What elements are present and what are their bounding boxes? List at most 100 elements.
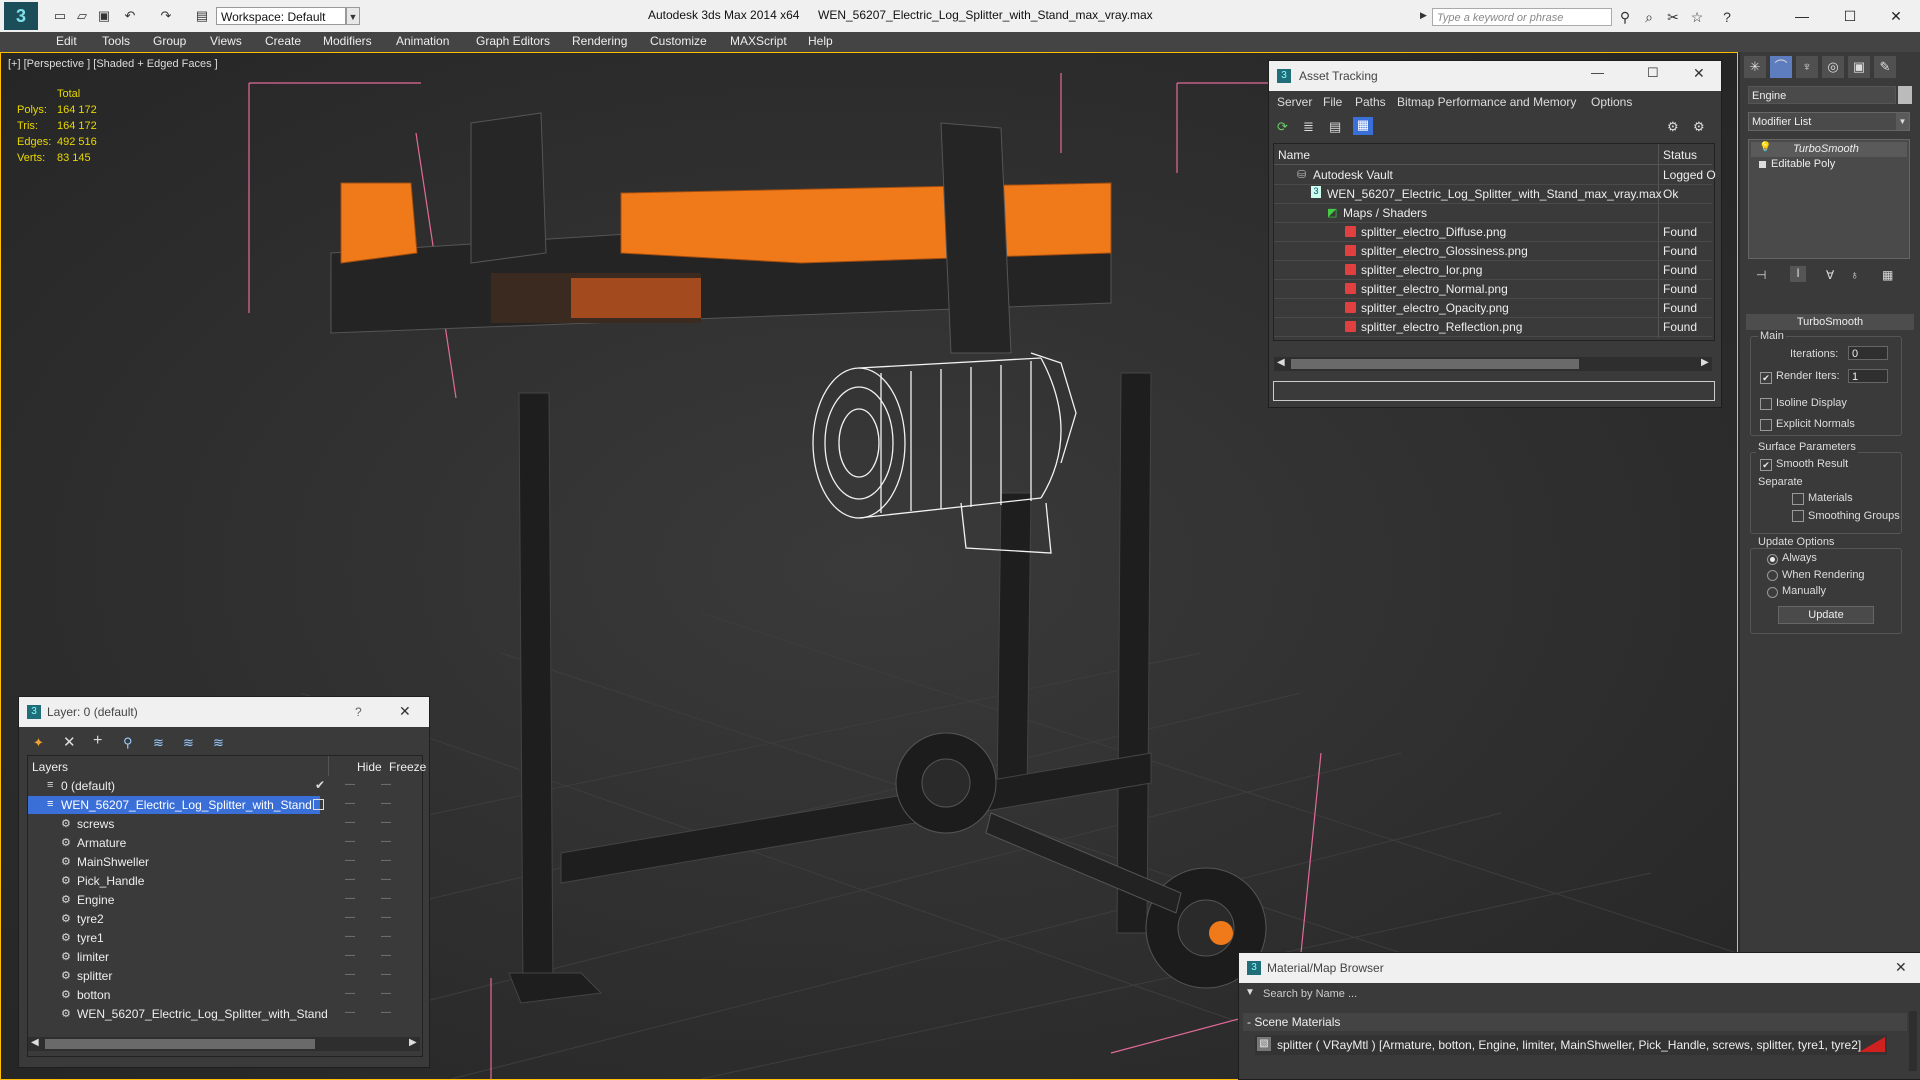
menu-edit[interactable]: Edit (56, 34, 77, 48)
new-file-icon[interactable]: ▭ (52, 9, 68, 23)
freeze-toggle[interactable]: — (381, 779, 391, 790)
freeze-toggle[interactable]: — (381, 836, 391, 847)
always-radio[interactable] (1767, 554, 1778, 565)
menu-file[interactable]: File (1323, 95, 1342, 109)
freeze-toggle[interactable]: — (381, 969, 391, 980)
update-button[interactable]: Update (1778, 606, 1874, 624)
menu-paths[interactable]: Paths (1355, 95, 1386, 109)
col-header-layers[interactable]: Layers (28, 756, 329, 776)
scrollbar-thumb[interactable] (1291, 359, 1579, 369)
tools-icon[interactable]: ✂ (1664, 8, 1682, 26)
menu-options[interactable]: Options (1591, 95, 1632, 109)
menu-modifiers[interactable]: Modifiers (323, 34, 372, 48)
freeze-toggle[interactable]: — (381, 855, 391, 866)
refresh-icon[interactable]: ⟳ (1277, 119, 1288, 135)
hide-all-icon[interactable]: ≋ (183, 735, 194, 751)
close-icon[interactable]: ✕ (399, 703, 411, 720)
utilities-tab-icon[interactable]: ✎ (1874, 56, 1896, 78)
menu-customize[interactable]: Customize (650, 34, 707, 48)
close-icon[interactable]: ✕ (1876, 4, 1916, 28)
viewport-label[interactable]: [+] [Perspective ] [Shaded + Edged Faces… (8, 58, 218, 70)
menu-bitmap-performance[interactable]: Bitmap Performance and Memory (1397, 95, 1576, 109)
hide-toggle[interactable]: — (345, 1007, 355, 1018)
modifier-list-dropdown[interactable]: Modifier List (1748, 112, 1910, 131)
freeze-toggle[interactable]: — (381, 1007, 391, 1018)
create-tab-icon[interactable]: ✳ (1744, 56, 1766, 78)
vault-settings-icon[interactable]: ⚙ (1693, 119, 1705, 135)
explicit-normals-checkbox[interactable] (1760, 419, 1772, 431)
hide-toggle[interactable]: — (345, 836, 355, 847)
lightbulb-icon[interactable]: 💡 (1759, 142, 1771, 153)
app-logo-icon[interactable]: 3 (4, 2, 38, 30)
scroll-right-icon[interactable]: ▶ (409, 1037, 417, 1048)
motion-tab-icon[interactable]: ◎ (1822, 56, 1844, 78)
star-icon[interactable]: ☆ (1688, 8, 1706, 26)
help-icon[interactable]: ? (1718, 8, 1736, 26)
detail-view-icon[interactable]: ▤ (1329, 119, 1341, 135)
hide-toggle[interactable]: — (345, 912, 355, 923)
col-header-status[interactable]: Status (1659, 144, 1713, 164)
object-name-field[interactable]: Engine (1748, 86, 1896, 104)
open-file-icon[interactable]: ▱ (74, 9, 90, 23)
freeze-toggle[interactable]: — (381, 874, 391, 885)
redo-icon[interactable]: ↷ (158, 9, 174, 23)
menu-server[interactable]: Server (1277, 95, 1312, 109)
render-iters-checkbox[interactable]: ✔ (1760, 372, 1772, 384)
add-to-layer-icon[interactable]: + (93, 732, 102, 750)
menu-animation[interactable]: Animation (396, 34, 449, 48)
col-header-freeze[interactable]: Freeze (389, 756, 426, 776)
chevron-down-icon[interactable]: ▼ (1896, 113, 1909, 130)
hide-toggle[interactable]: — (345, 817, 355, 828)
hide-toggle[interactable]: — (345, 893, 355, 904)
workspace-dropdown[interactable]: Workspace: Default (216, 7, 346, 25)
hierarchy-tab-icon[interactable]: ♆ (1796, 56, 1818, 78)
hide-toggle[interactable]: — (345, 969, 355, 980)
table-row[interactable] (1274, 203, 1712, 223)
render-iters-spinner[interactable]: 1 (1848, 369, 1888, 383)
remove-modifier-icon[interactable]: ♁ (1850, 268, 1859, 282)
table-row[interactable] (1274, 260, 1712, 280)
modify-tab-icon[interactable]: ⌒ (1770, 56, 1792, 78)
hide-toggle[interactable]: — (345, 950, 355, 961)
isoline-checkbox[interactable] (1760, 398, 1772, 410)
hide-toggle[interactable]: — (345, 874, 355, 885)
menu-views[interactable]: Views (210, 34, 242, 48)
options-dropdown-icon[interactable]: ▼ (1245, 987, 1255, 998)
scroll-left-icon[interactable]: ◀ (31, 1037, 39, 1048)
hide-toggle[interactable]: — (345, 798, 355, 809)
pin-stack-icon[interactable]: ⊣ (1756, 268, 1766, 282)
chevron-down-icon[interactable]: ▼ (346, 7, 360, 25)
maximize-icon[interactable]: ☐ (1830, 4, 1870, 28)
scrollbar-thumb[interactable] (45, 1039, 315, 1049)
undo-icon[interactable]: ↶ (122, 9, 138, 23)
close-icon[interactable]: ✕ (1895, 959, 1907, 976)
hide-toggle[interactable]: — (345, 931, 355, 942)
display-tab-icon[interactable]: ▣ (1848, 56, 1870, 78)
menu-tools[interactable]: Tools (102, 34, 130, 48)
current-layer-check-icon[interactable]: ✔ (315, 778, 325, 792)
help-icon[interactable]: ? (355, 705, 362, 719)
col-header-hide[interactable]: Hide (355, 756, 387, 776)
smoothing-groups-checkbox[interactable] (1792, 510, 1804, 522)
menu-group[interactable]: Group (153, 34, 186, 48)
menu-rendering[interactable]: Rendering (572, 34, 627, 48)
show-end-result-icon[interactable]: Ι (1790, 266, 1806, 282)
iterations-spinner[interactable]: 0 (1848, 346, 1888, 360)
minimize-icon[interactable]: — (1782, 4, 1822, 28)
freeze-toggle[interactable]: — (381, 798, 391, 809)
col-header-name[interactable]: Name (1274, 144, 1659, 164)
menu-maxscript[interactable]: MAXScript (730, 34, 787, 48)
maximize-icon[interactable]: ☐ (1647, 65, 1659, 81)
highlight-layer-icon[interactable]: ≋ (153, 735, 164, 751)
menu-help[interactable]: Help (808, 34, 833, 48)
vertical-scrollbar[interactable] (1909, 1011, 1917, 1071)
hide-toggle[interactable]: — (345, 988, 355, 999)
menu-create[interactable]: Create (265, 34, 301, 48)
scene-materials-header[interactable] (1243, 1013, 1907, 1031)
close-icon[interactable]: ✕ (1693, 65, 1705, 82)
freeze-toggle[interactable]: — (381, 988, 391, 999)
create-layer-icon[interactable]: ✦ (33, 735, 44, 751)
project-icon[interactable]: ▤ (194, 9, 210, 23)
table-view-icon[interactable]: ▦ (1353, 117, 1373, 135)
object-color-swatch[interactable] (1898, 86, 1912, 104)
